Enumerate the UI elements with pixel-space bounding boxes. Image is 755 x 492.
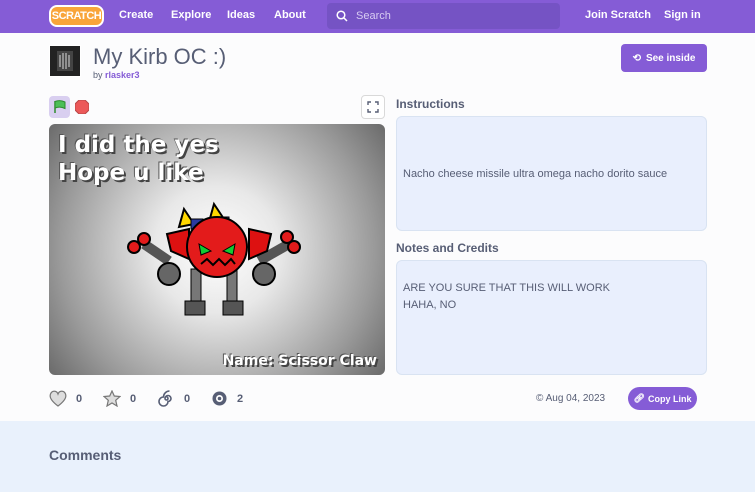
project-thumbnail [49,45,81,77]
date-text: Aug 04, 2023 [545,393,606,404]
fullscreen-icon [367,101,379,113]
remix-count: 0 [184,392,191,405]
star-icon [103,390,121,407]
views-stat: 2 [211,390,243,407]
fullscreen-button[interactable] [361,95,385,119]
stop-button[interactable] [75,100,89,114]
author-link[interactable]: rlasker3 [105,70,140,80]
search-placeholder: Search [356,10,391,22]
nav-create[interactable]: Create [119,9,153,21]
green-flag-button[interactable] [49,96,70,118]
love-count: 0 [76,392,83,405]
notes-box: ARE YOU SURE THAT THIS WILL WORK HAHA, N… [396,260,707,375]
stage-name-text: Name: Scissor Claw [222,353,377,369]
search-icon [336,10,348,22]
eye-icon [212,391,227,406]
project-author: by rlasker3 [93,70,140,80]
see-inside-button[interactable]: ⟲ See inside [621,44,707,72]
copyright-icon: © [536,393,544,404]
instructions-box: Nacho cheese missile ultra omega nacho d… [396,116,707,231]
remix-arrows-icon: ⟲ [632,52,641,64]
love-stat[interactable]: 0 [49,390,82,407]
nav-ideas[interactable]: Ideas [227,9,255,21]
remix-stat: 0 [158,390,190,407]
nav-explore[interactable]: Explore [171,9,211,21]
favorite-count: 0 [130,392,137,405]
views-count: 2 [237,392,244,405]
robot-sprite [127,201,301,316]
nav-about[interactable]: About [274,9,306,21]
notes-line: HAHA, NO [403,299,457,311]
project-title: My Kirb OC :) [93,44,227,69]
instructions-heading: Instructions [396,97,465,111]
scratch-logo[interactable]: SCRATCH [49,5,104,27]
search-input[interactable]: Search [327,3,560,29]
notes-heading: Notes and Credits [396,241,499,255]
by-label: by [93,70,103,80]
notes-line: ARE YOU SURE THAT THIS WILL WORK [403,282,611,294]
comments-heading: Comments [49,447,122,463]
copy-link-label: Copy Link [647,393,692,404]
heart-icon [49,390,67,407]
shared-date: © Aug 04, 2023 [536,393,605,404]
stage-text-line1: I did the yes [58,132,219,158]
instructions-text: Nacho cheese missile ultra omega nacho d… [403,167,668,180]
see-inside-label: See inside [645,52,696,64]
project-stage[interactable]: I did the yes Hope u like Name: Scissor … [49,124,385,375]
favorite-stat[interactable]: 0 [103,390,136,407]
green-flag-icon [53,100,65,113]
stage-text-line2: Hope u like [58,160,204,186]
link-icon: 🔗︎ [633,393,645,403]
sign-in-link[interactable]: Sign in [664,9,701,21]
copy-link-button[interactable]: 🔗︎ Copy Link [628,387,697,410]
join-scratch-link[interactable]: Join Scratch [585,9,651,21]
remix-spiral-icon [158,390,172,407]
top-nav: SCRATCH Create Explore Ideas About Searc… [0,0,755,33]
